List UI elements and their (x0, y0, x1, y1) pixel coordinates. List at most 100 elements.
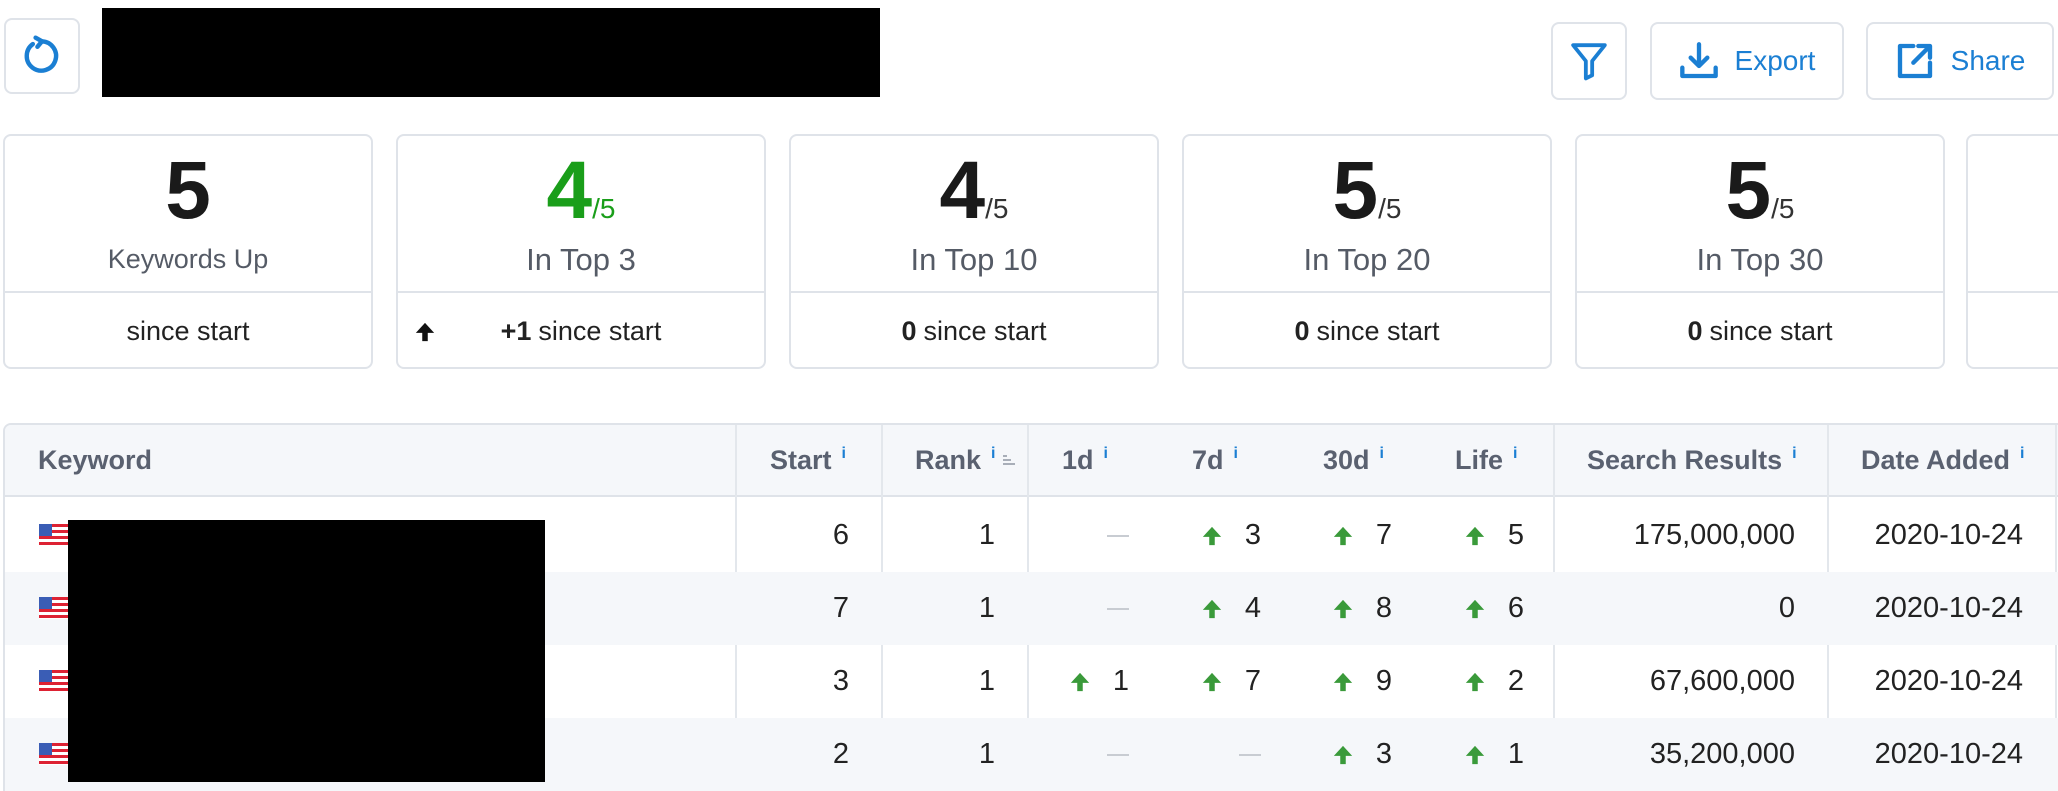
column-header-1d[interactable]: 1d i (1062, 425, 1108, 495)
cell-rank: 1 (978, 738, 995, 770)
cell-search-results: 0 (1778, 592, 1795, 624)
arrow-up-icon (1202, 526, 1222, 545)
cell-date-added: 2020-10-24 (1874, 665, 2023, 697)
stat-card-top-3: 4/5 In Top 3 +1 since start (396, 134, 766, 369)
cell-rank: 1 (978, 665, 995, 697)
column-header-search-results[interactable]: Search Results i (1587, 425, 1797, 495)
us-flag-icon (39, 670, 69, 692)
cell-life: 6 (1418, 572, 1524, 645)
stat-card-keywords-up: 5 Keywords Up since start (3, 134, 373, 369)
column-header-rank[interactable]: Rank i (915, 425, 1017, 495)
us-flag-icon (39, 597, 69, 619)
stat-since: 0 since start (901, 315, 1047, 346)
cell-rank: 1 (978, 519, 995, 551)
arrow-up-icon (1202, 599, 1222, 618)
cell-life: 5 (1418, 499, 1524, 572)
arrow-up-icon (1465, 745, 1485, 764)
column-header-date-added[interactable]: Date Added i (1861, 425, 2024, 495)
column-header-7d[interactable]: 7d i (1192, 425, 1238, 495)
cell-start: 2 (832, 738, 849, 770)
column-header-start[interactable]: Start i (770, 425, 846, 495)
stat-value: 5/5 (1725, 145, 1795, 236)
cell-search-results: 35,200,000 (1649, 738, 1795, 770)
arrow-up-icon (1202, 672, 1222, 691)
arrow-up-icon (1465, 526, 1485, 545)
info-icon[interactable]: i (1513, 445, 1517, 463)
arrow-up-icon (1333, 745, 1353, 764)
stat-card-top-10: 4/5 In Top 10 0 since start (789, 134, 1159, 369)
cell-7d: 7 (1155, 645, 1261, 718)
cell-start: 6 (832, 519, 849, 551)
arrow-up-icon (1465, 599, 1485, 618)
cell-1d (1027, 718, 1129, 791)
cell-30d: 9 (1288, 645, 1392, 718)
stat-since: since start (126, 315, 250, 346)
stat-label: In Top 20 (1303, 242, 1431, 277)
info-icon[interactable]: i (991, 445, 995, 463)
no-change-dash (1239, 753, 1261, 756)
arrow-up-icon (1333, 672, 1353, 691)
arrow-up-icon (1465, 672, 1485, 691)
cell-rank: 1 (978, 592, 995, 624)
cell-life: 2 (1418, 645, 1524, 718)
cell-1d: 1 (1027, 645, 1129, 718)
us-flag-icon (39, 524, 69, 546)
info-icon[interactable]: i (1104, 445, 1108, 463)
stat-value: 5/5 (1332, 145, 1402, 236)
arrow-up-icon (1333, 526, 1353, 545)
cell-30d: 8 (1288, 572, 1392, 645)
info-icon[interactable]: i (2020, 445, 2024, 463)
redacted-keywords (68, 520, 545, 782)
redacted-title (102, 8, 880, 97)
arrow-up-icon (415, 322, 435, 342)
stat-label: In Top 30 (1696, 242, 1824, 277)
export-label: Export (1734, 45, 1816, 76)
stat-value: 4/5 (546, 145, 616, 236)
sort-icon[interactable] (1001, 452, 1017, 468)
no-change-dash (1107, 607, 1129, 610)
no-change-dash (1107, 534, 1129, 537)
cell-date-added: 2020-10-24 (1874, 592, 2023, 624)
refresh-button[interactable] (4, 18, 80, 94)
info-icon[interactable]: i (842, 445, 846, 463)
external-link-icon (1897, 43, 1932, 79)
filter-icon (1571, 43, 1607, 81)
info-icon[interactable]: i (1792, 445, 1796, 463)
export-button[interactable]: Export (1650, 22, 1844, 100)
filter-button[interactable] (1551, 22, 1627, 100)
cell-7d (1155, 718, 1261, 791)
us-flag-icon (39, 743, 69, 765)
column-header-30d[interactable]: 30d i (1323, 425, 1384, 495)
table-header: Keyword Start i Rank i 1d i 7d i 30d i Life i … (5, 425, 2058, 497)
stat-label: In Top 10 (910, 242, 1038, 277)
cell-search-results: 67,600,000 (1649, 665, 1795, 697)
cell-30d: 3 (1288, 718, 1392, 791)
stat-value: 4/5 (939, 145, 1009, 236)
stat-since: 0 since start (1294, 315, 1440, 346)
download-icon (1679, 42, 1718, 79)
refresh-icon (24, 35, 59, 73)
share-label: Share (1950, 45, 2026, 76)
column-header-life[interactable]: Life i (1455, 425, 1517, 495)
arrow-up-icon (1070, 672, 1090, 691)
info-icon[interactable]: i (1234, 445, 1238, 463)
stat-card-partial (1966, 134, 2058, 369)
cell-start: 7 (832, 592, 849, 624)
stat-since: +1 since start (398, 293, 764, 369)
stat-label: In Top 3 (526, 242, 636, 277)
cell-life: 1 (1418, 718, 1524, 791)
stat-card-top-30: 5/5 In Top 30 0 since start (1575, 134, 1945, 369)
stat-value: 5 (165, 145, 211, 236)
info-icon[interactable]: i (1380, 445, 1384, 463)
arrow-up-icon (1333, 599, 1353, 618)
stat-card-top-20: 5/5 In Top 20 0 since start (1182, 134, 1552, 369)
no-change-dash (1107, 753, 1129, 756)
cell-30d: 7 (1288, 499, 1392, 572)
cell-date-added: 2020-10-24 (1874, 738, 2023, 770)
share-button[interactable]: Share (1866, 22, 2054, 100)
cell-search-results: 175,000,000 (1633, 519, 1795, 551)
cell-7d: 4 (1155, 572, 1261, 645)
cell-start: 3 (832, 665, 849, 697)
cell-1d (1027, 572, 1129, 645)
column-header-keyword[interactable]: Keyword (38, 425, 152, 495)
